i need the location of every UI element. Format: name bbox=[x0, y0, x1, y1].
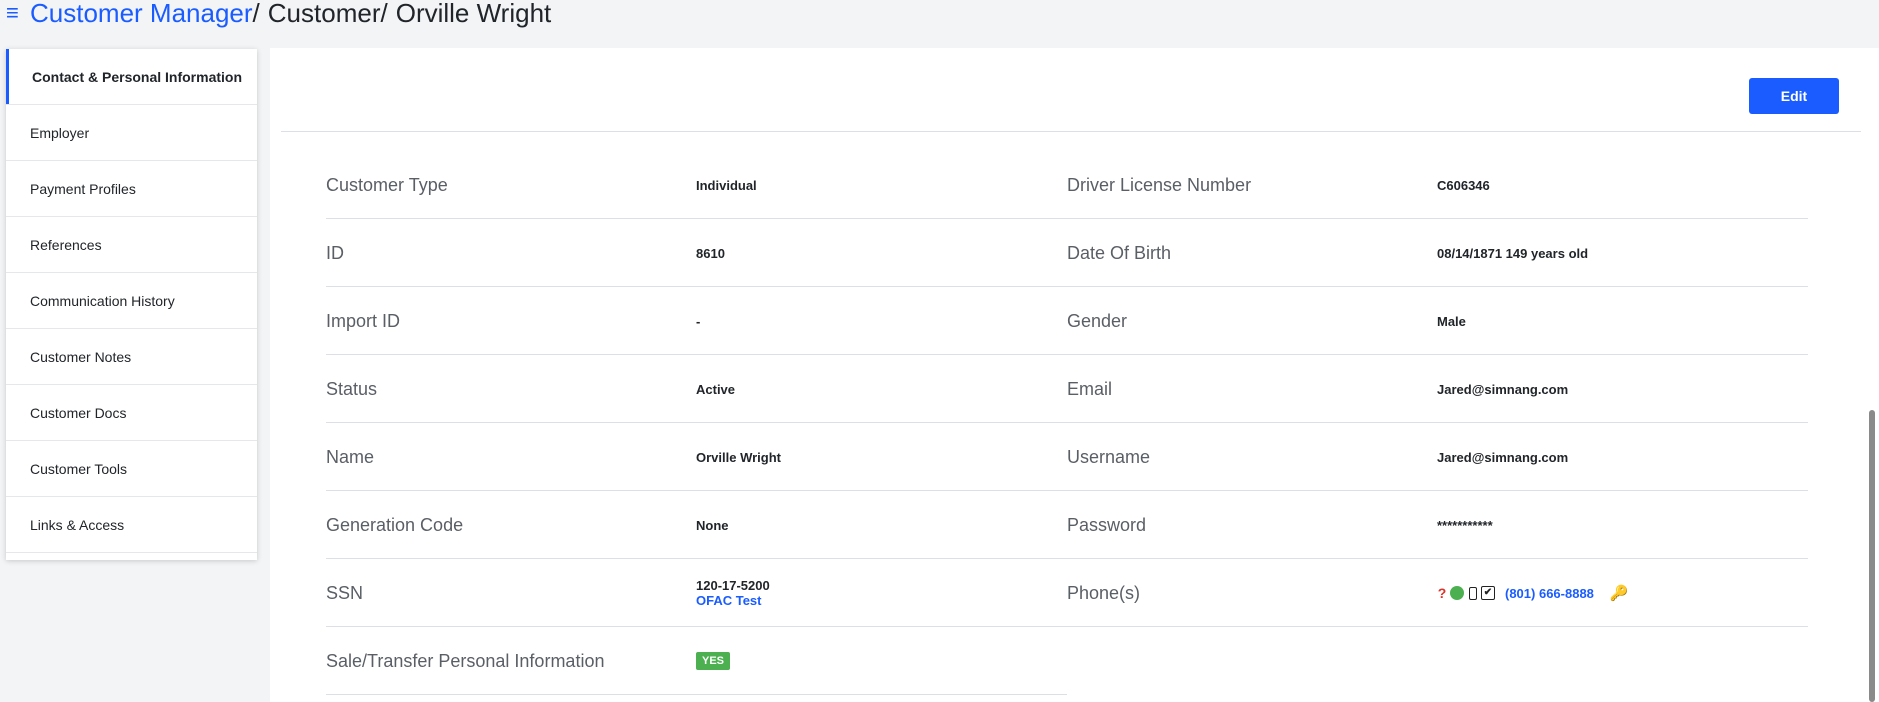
field-phones: Phone(s) ? ✔ (801) 666-8888 🔑 bbox=[1067, 559, 1808, 627]
sidebar-item-employer[interactable]: Employer bbox=[6, 105, 257, 161]
field-label: Date Of Birth bbox=[1067, 242, 1172, 263]
breadcrumb-separator: / bbox=[252, 0, 260, 28]
mobile-phone-icon bbox=[1469, 586, 1477, 600]
field-date-of-birth: Date Of Birth 08/14/1871 149 years old bbox=[1067, 219, 1808, 287]
field-label: Phone(s) bbox=[1067, 582, 1141, 603]
status-dot-icon bbox=[1450, 586, 1464, 600]
field-value: ? ✔ (801) 666-8888 🔑 bbox=[1437, 559, 1629, 627]
field-value: C606346 bbox=[1437, 177, 1490, 193]
main-panel: Edit Customer Type Individual ID 8610 Im… bbox=[270, 48, 1865, 702]
field-label: Import ID bbox=[326, 310, 401, 331]
phone-number-link[interactable]: (801) 666-8888 bbox=[1505, 586, 1594, 601]
field-value: YES bbox=[696, 627, 731, 695]
sidebar-item-customer-docs[interactable]: Customer Docs bbox=[6, 385, 257, 441]
field-password: Password *********** bbox=[1067, 491, 1808, 559]
scrollbar-thumb[interactable] bbox=[1869, 410, 1875, 702]
field-label: Customer Type bbox=[326, 174, 448, 195]
field-customer-type: Customer Type Individual bbox=[326, 151, 1067, 219]
field-value: 08/14/1871 149 years old bbox=[1437, 245, 1589, 261]
sidebar-item-label: Customer Tools bbox=[30, 460, 128, 477]
sidebar-item-label: Communication History bbox=[30, 292, 175, 309]
field-label: Status bbox=[326, 378, 378, 399]
edit-button[interactable]: Edit bbox=[1749, 78, 1839, 114]
sidebar-item-contact-personal-information[interactable]: Contact & Personal Information bbox=[6, 49, 257, 105]
sidebar-item-label: Payment Profiles bbox=[30, 180, 136, 197]
field-driver-license-number: Driver License Number C606346 bbox=[1067, 151, 1808, 219]
sidebar-item-customer-tools[interactable]: Customer Tools bbox=[6, 441, 257, 497]
sidebar-item-label: Employer bbox=[30, 124, 90, 141]
phone-line: ? ✔ (801) 666-8888 🔑 bbox=[1437, 584, 1629, 602]
field-email: Email Jared@simnang.com bbox=[1067, 355, 1808, 423]
field-import-id: Import ID - bbox=[326, 287, 1067, 355]
sidebar-item-customer-notes[interactable]: Customer Notes bbox=[6, 329, 257, 385]
scrollbar[interactable] bbox=[1865, 48, 1879, 702]
field-value: *********** bbox=[1437, 517, 1493, 533]
checkbox-icon: ✔ bbox=[1481, 586, 1495, 600]
yes-badge: YES bbox=[696, 652, 731, 670]
hamburger-menu-icon[interactable]: ≡ bbox=[6, 0, 30, 26]
sidebar-item-label: Contact & Personal Information bbox=[32, 68, 243, 85]
sidebar-item-references[interactable]: References bbox=[6, 217, 257, 273]
field-name: Name Orville Wright bbox=[326, 423, 1067, 491]
sidebar-item-communication-history[interactable]: Communication History bbox=[6, 273, 257, 329]
sidebar: Contact & Personal Information Employer … bbox=[6, 49, 257, 560]
field-value: Jared@simnang.com bbox=[1437, 381, 1569, 397]
field-label: Password bbox=[1067, 514, 1147, 535]
breadcrumb-customer: Customer bbox=[267, 0, 381, 28]
page-title: Orville Wright bbox=[395, 0, 552, 28]
ssn-value: 120-17-5200 bbox=[696, 578, 770, 593]
field-label: SSN bbox=[326, 582, 364, 603]
sidebar-item-label: Customer Notes bbox=[30, 348, 132, 365]
sidebar-item-label: Links & Access bbox=[30, 516, 125, 533]
field-gender: Gender Male bbox=[1067, 287, 1808, 355]
field-label: Name bbox=[326, 446, 375, 467]
field-label: Driver License Number bbox=[1067, 174, 1252, 195]
field-value: Individual bbox=[696, 177, 757, 193]
field-label: Username bbox=[1067, 446, 1151, 467]
breadcrumb-separator: / bbox=[380, 0, 388, 28]
field-value: 8610 bbox=[696, 245, 725, 261]
sidebar-item-payment-profiles[interactable]: Payment Profiles bbox=[6, 161, 257, 217]
field-value: Male bbox=[1437, 313, 1466, 329]
breadcrumb-customer-manager[interactable]: Customer Manager bbox=[30, 0, 253, 29]
divider bbox=[281, 131, 1861, 132]
breadcrumb: ≡ Customer Manager / Customer / Orville … bbox=[6, 0, 552, 29]
field-label: Gender bbox=[1067, 310, 1128, 331]
ofac-test-link[interactable]: OFAC Test bbox=[696, 593, 770, 608]
field-value: - bbox=[696, 313, 701, 329]
field-generation-code: Generation Code None bbox=[326, 491, 1067, 559]
question-icon: ? bbox=[1437, 585, 1447, 601]
field-status: Status Active bbox=[326, 355, 1067, 423]
field-label: ID bbox=[326, 242, 344, 263]
field-value: Orville Wright bbox=[696, 449, 781, 465]
sidebar-item-links-access[interactable]: Links & Access bbox=[6, 497, 257, 553]
field-value: 120-17-5200 OFAC Test bbox=[696, 559, 770, 627]
key-icon[interactable]: 🔑 bbox=[1610, 584, 1629, 602]
sidebar-item-label: Customer Docs bbox=[30, 404, 127, 421]
field-sale-transfer: Sale/Transfer Personal Information YES bbox=[326, 627, 1067, 695]
field-label: Sale/Transfer Personal Information bbox=[326, 650, 605, 671]
field-id: ID 8610 bbox=[326, 219, 1067, 287]
field-value: Jared@simnang.com bbox=[1437, 449, 1569, 465]
field-value: None bbox=[696, 517, 729, 533]
field-label: Generation Code bbox=[326, 514, 464, 535]
field-ssn: SSN 120-17-5200 OFAC Test bbox=[326, 559, 1067, 627]
sidebar-item-label: References bbox=[30, 236, 102, 253]
field-username: Username Jared@simnang.com bbox=[1067, 423, 1808, 491]
field-value: Active bbox=[696, 381, 736, 397]
field-label: Email bbox=[1067, 378, 1113, 399]
